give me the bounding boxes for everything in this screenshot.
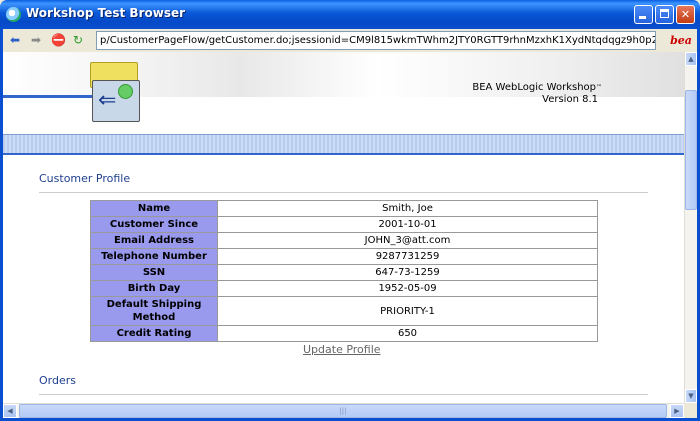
table-row: SSN 647-73-1259 (90, 264, 598, 281)
scroll-right-icon[interactable]: ▶ (670, 404, 684, 418)
navigation-toolbar: ⬅ ➡ ⛔ ↻ p/CustomerPageFlow/getCustomer.d… (0, 29, 700, 52)
row-value: 647-73-1259 (217, 264, 598, 281)
row-label: Name (90, 200, 218, 217)
browser-window: Workshop Test Browser ✕ ⬅ ➡ ⛔ ↻ p/Custom… (0, 0, 700, 421)
window-title: Workshop Test Browser (26, 6, 186, 20)
update-profile-link[interactable]: Update Profile (303, 343, 381, 356)
table-row: Credit Rating 650 (90, 325, 598, 342)
row-label: Credit Rating (90, 325, 218, 342)
trademark: ™ (596, 84, 602, 91)
scroll-up-icon[interactable]: ▲ (685, 52, 697, 66)
orders-heading: Orders (39, 374, 76, 387)
workshop-logo-icon: ⇐ (90, 62, 140, 124)
page-viewport: ⇐ BEA WebLogic Workshop™ Version 8.1 Cus… (3, 52, 684, 403)
table-row: Email Address JOHN_3@att.com (90, 232, 598, 249)
table-row: Telephone Number 9287731259 (90, 248, 598, 265)
bea-logo-icon: bea (670, 34, 692, 47)
minimize-icon (639, 16, 646, 19)
close-icon: ✕ (680, 8, 691, 21)
vertical-scroll-thumb[interactable] (685, 90, 697, 210)
row-label: Birth Day (90, 280, 218, 297)
title-bar[interactable]: Workshop Test Browser ✕ (0, 0, 700, 29)
stop-icon[interactable]: ⛔ (51, 33, 66, 47)
vertical-scrollbar[interactable]: ▲ ▼ (684, 52, 697, 403)
row-label: Default Shipping Method (90, 296, 218, 326)
back-icon[interactable]: ⬅ (8, 33, 22, 47)
row-label: Email Address (90, 232, 218, 249)
row-value: Smith, Joe (217, 200, 598, 217)
maximize-button[interactable] (655, 5, 674, 24)
minimize-button[interactable] (634, 5, 653, 24)
product-brand: BEA WebLogic Workshop™ Version 8.1 (472, 82, 602, 106)
table-row: Birth Day 1952-05-09 (90, 280, 598, 297)
close-button[interactable]: ✕ (676, 5, 695, 24)
section-divider (39, 394, 648, 395)
row-value: 9287731259 (217, 248, 598, 265)
header-rule (3, 95, 98, 98)
section-divider (39, 192, 648, 193)
row-label: SSN (90, 264, 218, 281)
scrollbar-corner (684, 403, 697, 418)
refresh-icon[interactable]: ↻ (71, 33, 85, 47)
row-label: Telephone Number (90, 248, 218, 265)
row-value: PRIORITY-1 (217, 296, 598, 326)
scroll-left-icon[interactable]: ◀ (3, 404, 17, 418)
customer-profile-heading: Customer Profile (39, 172, 131, 185)
row-value: 650 (217, 325, 598, 342)
row-label: Customer Since (90, 216, 218, 233)
horizontal-scroll-thumb[interactable]: ||| (19, 404, 667, 418)
table-row: Name Smith, Joe (90, 200, 598, 217)
brand-version: Version 8.1 (542, 94, 598, 105)
horizontal-scrollbar[interactable]: ◀ ||| ▶ (3, 403, 684, 418)
table-row: Default Shipping Method PRIORITY-1 (90, 296, 598, 326)
row-value: 1952-05-09 (217, 280, 598, 297)
row-value: 2001-10-01 (217, 216, 598, 233)
maximize-icon (660, 9, 669, 18)
forward-icon[interactable]: ➡ (29, 33, 43, 47)
table-row: Customer Since 2001-10-01 (90, 216, 598, 233)
customer-profile-table: Name Smith, Joe Customer Since 2001-10-0… (90, 200, 598, 342)
header-bar (3, 134, 684, 155)
brand-name: BEA WebLogic Workshop (472, 82, 596, 93)
scroll-down-icon[interactable]: ▼ (685, 389, 697, 403)
browser-app-icon (6, 7, 21, 22)
row-value: JOHN_3@att.com (217, 232, 598, 249)
address-bar[interactable]: p/CustomerPageFlow/getCustomer.do;jsessi… (96, 31, 656, 50)
